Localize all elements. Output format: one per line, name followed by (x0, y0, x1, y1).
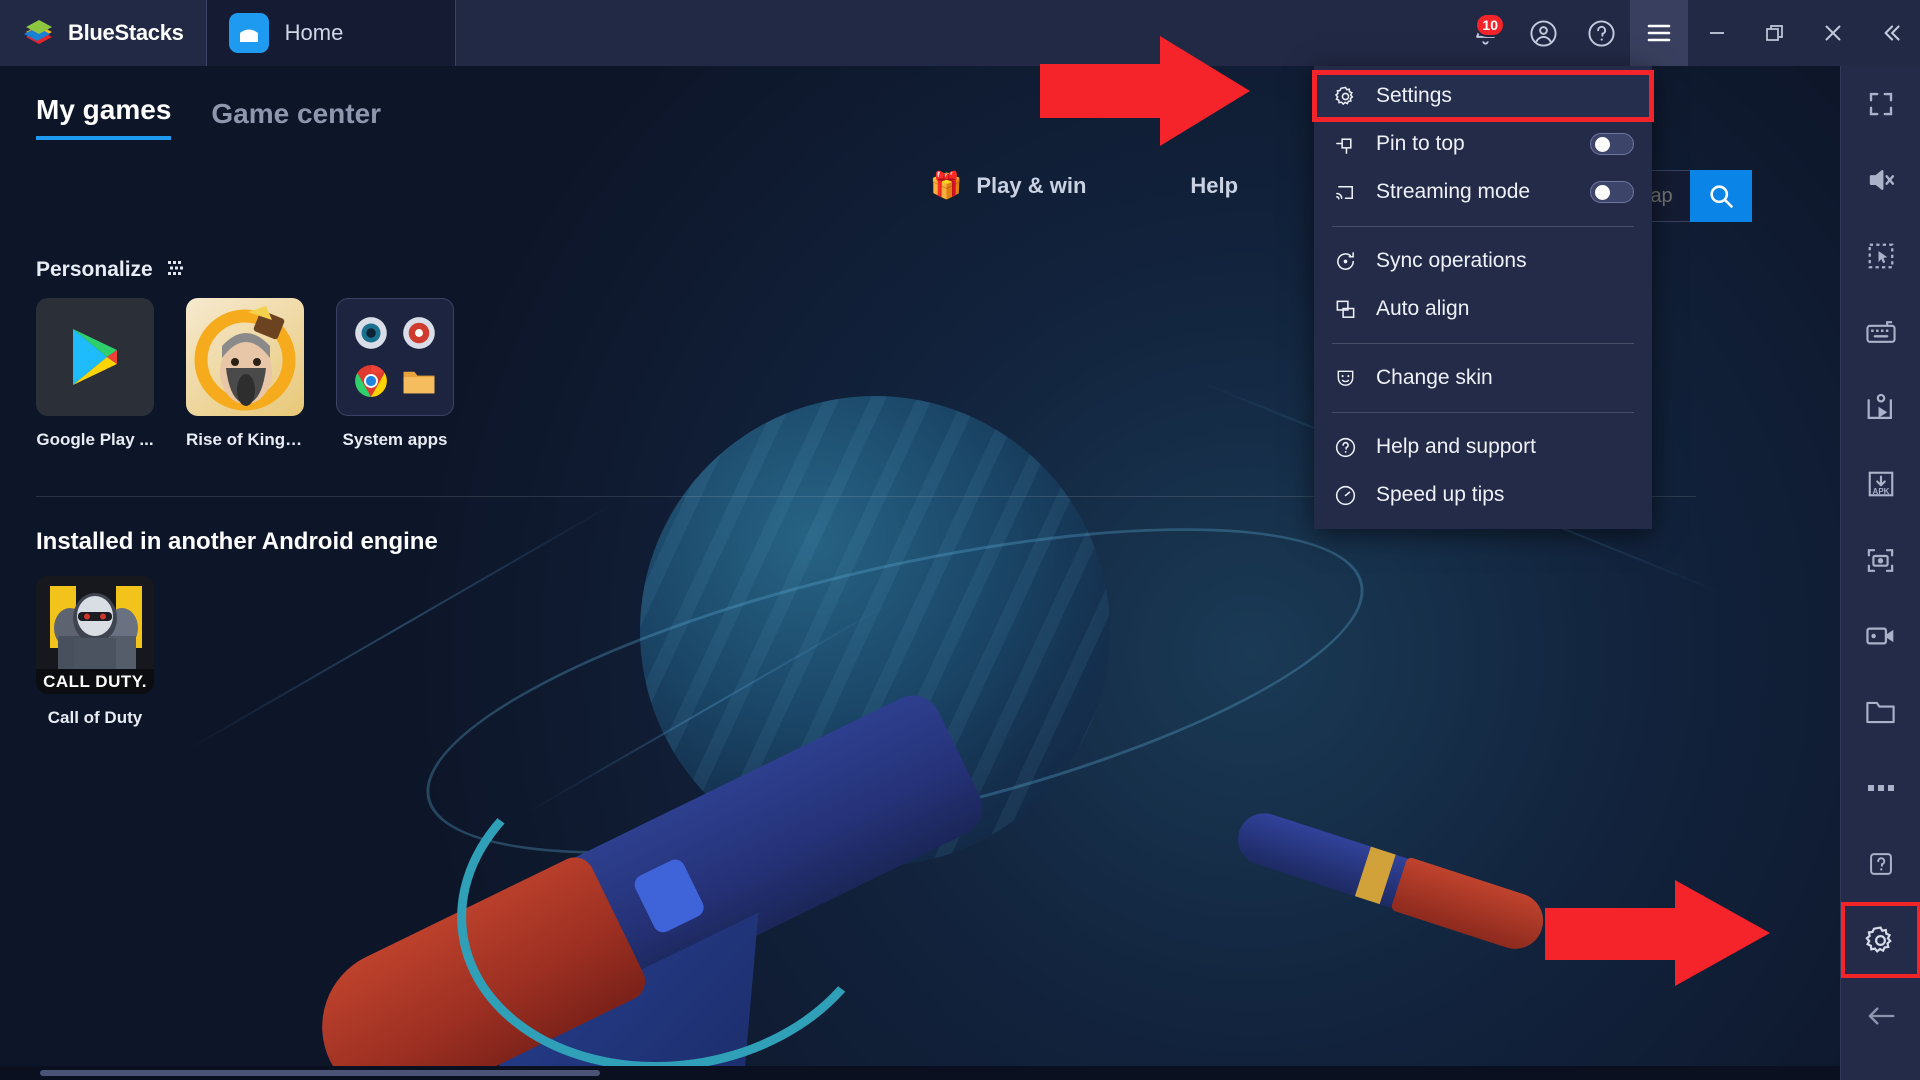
help-link-label[interactable]: Help (1190, 173, 1238, 199)
play-and-win-banner[interactable]: 🎁 Play & win Help (930, 170, 1238, 201)
menu-item-sync-operations[interactable]: Sync operations (1314, 237, 1652, 285)
keyboard-controls-icon[interactable] (1841, 294, 1920, 370)
fullscreen-icon[interactable] (1841, 66, 1920, 142)
menu-item-help-and-support[interactable]: Help and support (1314, 423, 1652, 471)
help-box-icon[interactable] (1841, 826, 1920, 902)
menu-item-label: Speed up tips (1376, 483, 1505, 506)
app-tile-label: Rise of Kingd... (186, 430, 304, 449)
app-tile-system-apps[interactable]: System apps (336, 298, 454, 450)
sliders-icon[interactable] (167, 259, 189, 282)
hamburger-menu-button[interactable] (1630, 0, 1688, 66)
pin-to-top-toggle[interactable] (1590, 133, 1634, 155)
play-and-win-label: Play & win (976, 172, 1087, 198)
sync-icon (1332, 250, 1358, 273)
house-icon (228, 13, 269, 53)
cast-icon (1332, 181, 1358, 204)
gear-icon[interactable] (1840, 902, 1920, 978)
personalize-label: Personalize (36, 258, 153, 281)
macro-recorder-icon[interactable] (1841, 370, 1920, 446)
rise-of-kingdoms-icon (186, 298, 304, 416)
menu-item-label: Settings (1376, 84, 1452, 107)
more-options-icon[interactable] (1841, 750, 1920, 826)
menu-item-change-skin[interactable]: Change skin (1314, 354, 1652, 402)
help-button[interactable] (1572, 0, 1630, 66)
screenshot-icon[interactable] (1841, 522, 1920, 598)
app-tile-google-play[interactable]: Google Play ... (36, 298, 154, 450)
collapse-sidebar-button[interactable] (1862, 0, 1920, 66)
menu-separator (1332, 412, 1634, 413)
menu-item-label: Streaming mode (1376, 180, 1531, 203)
small-rocket-illustration (1220, 778, 1571, 994)
section-title-other-engine: Installed in another Android engine (36, 528, 438, 555)
minimize-button[interactable] (1688, 0, 1746, 66)
menu-item-label: Pin to top (1376, 132, 1465, 155)
pin-icon (1332, 133, 1358, 156)
menu-item-label: Help and support (1376, 435, 1536, 458)
system-apps-folder-icon (336, 298, 454, 416)
app-tiles-row-2: CALL DUTY. Call of Duty (36, 576, 154, 728)
app-tiles-row: Google Play ... Rise of Kingd... System … (36, 298, 454, 450)
brand: BlueStacks (0, 0, 206, 66)
menu-item-settings[interactable]: Settings (1312, 70, 1654, 122)
gift-icon: 🎁 (930, 170, 963, 200)
mute-icon[interactable] (1841, 142, 1920, 218)
notifications-button[interactable]: 10 (1456, 0, 1514, 66)
horizontal-scrollbar[interactable] (40, 1070, 600, 1076)
media-folder-icon[interactable] (1841, 674, 1920, 750)
menu-item-label: Auto align (1376, 297, 1470, 320)
title-bar: BlueStacks Home 10 (0, 0, 1920, 66)
menu-separator (1332, 343, 1634, 344)
bluestacks-logo-icon (22, 18, 56, 48)
titlebar-controls: 10 (1456, 0, 1920, 66)
menu-item-label: Change skin (1376, 366, 1493, 389)
theater-mask-icon (1332, 367, 1358, 390)
app-tile-label: Call of Duty (47, 708, 143, 727)
speedometer-icon (1332, 484, 1358, 507)
call-of-duty-icon: CALL DUTY. (36, 576, 154, 694)
gear-icon (1332, 85, 1358, 108)
menu-item-pin-to-top[interactable]: Pin to top (1314, 120, 1652, 168)
tab-game-center[interactable]: Game center (211, 98, 381, 140)
menu-item-speed-up-tips[interactable]: Speed up tips (1314, 471, 1652, 519)
streaming-mode-toggle[interactable] (1590, 181, 1634, 203)
notification-badge: 10 (1475, 13, 1505, 37)
google-play-icon (36, 298, 154, 416)
menu-item-label: Sync operations (1376, 249, 1527, 272)
menu-item-streaming-mode[interactable]: Streaming mode (1314, 168, 1652, 216)
install-apk-icon[interactable]: APK (1841, 446, 1920, 522)
tab-home-label: Home (284, 20, 344, 45)
tab-home[interactable]: Home (205, 0, 456, 66)
titlebar-spacer (456, 0, 1456, 66)
brand-name: BlueStacks (68, 20, 184, 45)
search-button[interactable] (1690, 170, 1752, 222)
right-toolbar: APK (1840, 66, 1920, 1080)
menu-item-auto-align[interactable]: Auto align (1314, 285, 1652, 333)
account-button[interactable] (1514, 0, 1572, 66)
back-arrow-icon[interactable] (1841, 978, 1920, 1054)
hamburger-dropdown-menu: Settings Pin to top Streaming mode Sync … (1312, 66, 1654, 529)
app-tile-label: System apps (342, 430, 448, 449)
question-circle-icon (1332, 436, 1358, 459)
menu-separator (1332, 226, 1634, 227)
multi-select-icon[interactable] (1841, 218, 1920, 294)
bottom-bar (0, 1066, 1840, 1080)
personalize-row[interactable]: Personalize (36, 258, 189, 282)
app-tile-call-of-duty[interactable]: CALL DUTY. Call of Duty (36, 576, 154, 728)
auto-align-icon (1332, 298, 1358, 321)
content-tabs: My games Game center (36, 94, 381, 140)
record-video-icon[interactable] (1841, 598, 1920, 674)
app-tile-label: Google Play ... (36, 430, 154, 449)
app-tile-rise-of-kingdoms[interactable]: Rise of Kingd... (186, 298, 304, 450)
svg-text:CALL DUTY.: CALL DUTY. (43, 672, 147, 691)
restore-window-button[interactable] (1746, 0, 1804, 66)
svg-text:APK: APK (1872, 487, 1889, 496)
tab-my-games[interactable]: My games (36, 94, 172, 140)
close-button[interactable] (1804, 0, 1862, 66)
